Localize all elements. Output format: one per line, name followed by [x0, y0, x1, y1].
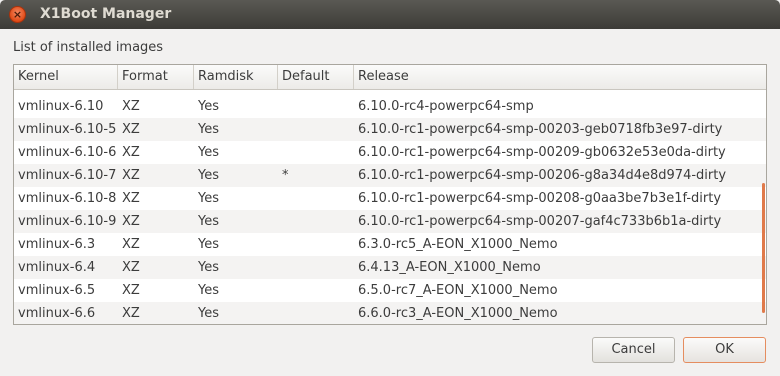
title-bar[interactable]: × X1Boot Manager: [0, 0, 780, 29]
cell-kernel: vmlinux-6.5: [18, 283, 96, 298]
cell-kernel: vmlinux-6.10: [18, 99, 104, 114]
cell-ramdisk: Yes: [198, 191, 219, 206]
cell-default: [278, 210, 354, 233]
cell-ramdisk: Yes: [198, 122, 219, 137]
cell-format: XZ: [122, 168, 140, 183]
table-row[interactable]: vmlinux-6.4 XZ Yes 6.4.13_A-EON_X1000_Nemo: [14, 256, 766, 279]
cell-kernel: vmlinux-6.10-8: [18, 191, 117, 206]
list-header: Kernel Format Ramdisk Default Release: [14, 65, 766, 90]
cell-release: 6.10.0-rc1-powerpc64-smp-00206-g8a34d4e8…: [358, 168, 727, 183]
cell-release: 6.10.0-rc1-powerpc64-smp-00209-gb0632e53…: [358, 145, 726, 160]
list-label: List of installed images: [13, 40, 164, 55]
table-row[interactable]: vmlinux-6.3 XZ Yes 6.3.0-rc5_A-EON_X1000_Ne…: [14, 233, 766, 256]
cell-kernel: vmlinux-6.4: [18, 260, 96, 275]
cell-ramdisk: Yes: [198, 214, 219, 229]
table-row[interactable]: vmlinux-6.10-6 XZ Yes 6.10.0-rc1-powerpc64-…: [14, 141, 766, 164]
column-header-ramdisk[interactable]: Ramdisk: [194, 65, 278, 89]
cell-ramdisk: Yes: [198, 237, 219, 252]
cell-format: XZ: [122, 145, 140, 160]
table-row[interactable]: vmlinux-6.10-5 XZ Yes 6.10.0-rc1-powerpc64-…: [14, 118, 766, 141]
cell-format: XZ: [122, 306, 140, 321]
cell-default: [278, 256, 354, 279]
cell-kernel: vmlinux-6.10-9: [18, 214, 117, 229]
column-header-default[interactable]: Default: [278, 65, 354, 89]
cell-release: 6.10.0-rc1-powerpc64-smp-00208-g0aa3be7b…: [358, 191, 722, 206]
table-row[interactable]: vmlinux-6.6 XZ Yes 6.6.0-rc3_A-EON_X1000_Ne…: [14, 302, 766, 324]
cell-format: XZ: [122, 191, 140, 206]
cell-default: [278, 118, 354, 141]
cell-default: *: [282, 168, 289, 183]
column-header-kernel[interactable]: Kernel: [14, 65, 118, 89]
cell-kernel: vmlinux-6.10-5: [18, 122, 117, 137]
cell-ramdisk: Yes: [198, 260, 219, 275]
cell-ramdisk: Yes: [198, 99, 219, 114]
cell-kernel: vmlinux-6.3: [18, 237, 96, 252]
cell-ramdisk: Yes: [198, 168, 219, 183]
cell-ramdisk: Yes: [198, 306, 219, 321]
table-row[interactable]: vmlinux-6.10 XZ Yes 6.10.0-rc4-powerpc64-sm…: [14, 95, 766, 118]
cell-release: 6.4.13_A-EON_X1000_Nemo: [358, 260, 541, 275]
window-title: X1Boot Manager: [40, 6, 172, 22]
cell-default: [278, 279, 354, 302]
close-icon[interactable]: ×: [9, 6, 26, 23]
cell-release: 6.10.0-rc1-powerpc64-smp-00203-geb0718fb…: [358, 122, 723, 137]
dialog-window: × X1Boot Manager List of installed image…: [0, 0, 780, 376]
cell-format: XZ: [122, 283, 140, 298]
cell-format: XZ: [122, 260, 140, 275]
cell-format: XZ: [122, 99, 140, 114]
images-list[interactable]: Kernel Format Ramdisk Default Release vm…: [13, 64, 767, 325]
cell-default: [278, 187, 354, 210]
column-header-format[interactable]: Format: [118, 65, 194, 89]
cell-default: [278, 302, 354, 324]
scrollbar[interactable]: [762, 183, 765, 313]
cell-default: [278, 233, 354, 256]
cell-release: 6.3.0-rc5_A-EON_X1000_Nemo: [358, 237, 558, 252]
table-row[interactable]: vmlinux-6.10-7 XZ Yes * 6.10.0-rc1-powerpc64…: [14, 164, 766, 187]
table-row[interactable]: vmlinux-6.10-8 XZ Yes 6.10.0-rc1-powerpc64-…: [14, 187, 766, 210]
table-row[interactable]: vmlinux-6.10-9 XZ Yes 6.10.0-rc1-powerpc64-…: [14, 210, 766, 233]
table-row[interactable]: vmlinux-6.5 XZ Yes 6.5.0-rc7_A-EON_X1000_Ne…: [14, 279, 766, 302]
cell-release: 6.10.0-rc4-powerpc64-smp: [358, 99, 534, 114]
cell-kernel: vmlinux-6.10-6: [18, 145, 117, 160]
cancel-button[interactable]: Cancel: [592, 337, 675, 363]
cell-kernel: vmlinux-6.6: [18, 306, 96, 321]
cell-default: [278, 95, 354, 118]
cell-format: XZ: [122, 237, 140, 252]
ok-button[interactable]: OK: [683, 337, 766, 363]
cell-release: 6.6.0-rc3_A-EON_X1000_Nemo: [358, 306, 558, 321]
cell-release: 6.5.0-rc7_A-EON_X1000_Nemo: [358, 283, 558, 298]
cell-ramdisk: Yes: [198, 145, 219, 160]
cell-release: 6.10.0-rc1-powerpc64-smp-00207-gaf4c733b…: [358, 214, 722, 229]
cell-default: [278, 141, 354, 164]
column-header-release[interactable]: Release: [354, 65, 766, 89]
cell-format: XZ: [122, 214, 140, 229]
cell-kernel: vmlinux-6.10-7: [18, 168, 117, 183]
cell-format: XZ: [122, 122, 140, 137]
cell-ramdisk: Yes: [198, 283, 219, 298]
